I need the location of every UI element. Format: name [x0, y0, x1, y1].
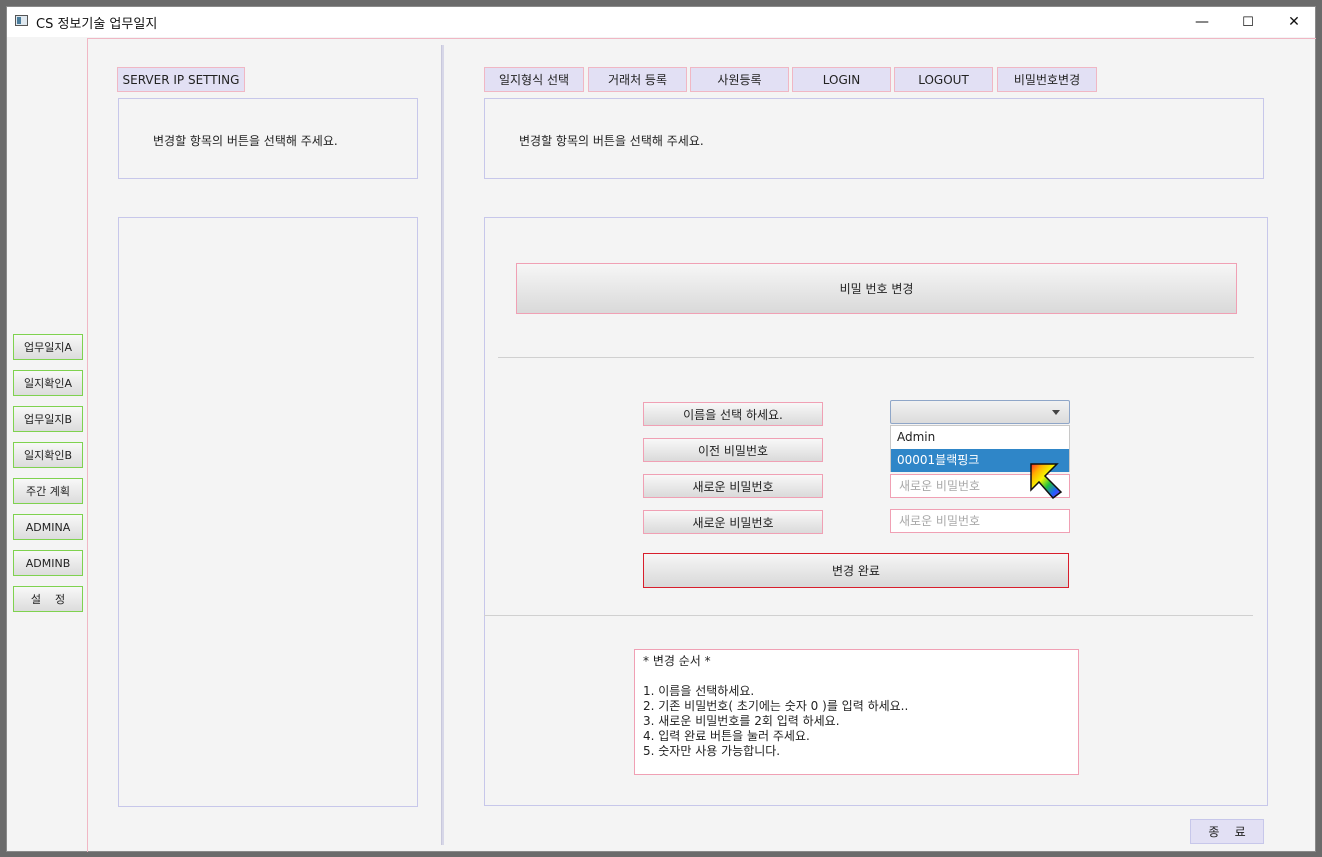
instructions-line: 1. 이름을 선택하세요.	[643, 684, 755, 698]
instructions-box: * 변경 순서 * 1. 이름을 선택하세요. 2. 기존 비밀번호( 초기에는…	[634, 649, 1079, 775]
tab-change-password[interactable]: 비밀번호변경	[997, 67, 1097, 92]
submit-change-button[interactable]: 변경 완료	[643, 553, 1069, 588]
tab-log-format[interactable]: 일지형식 선택	[484, 67, 584, 92]
dropdown-option-admin[interactable]: Admin	[891, 426, 1069, 449]
sidebar-item-settings[interactable]: 설 정	[13, 586, 83, 612]
tab-employee-register[interactable]: 사원등록	[690, 67, 789, 92]
close-button[interactable]: ✕	[1271, 7, 1317, 37]
instructions-spacer	[643, 669, 1070, 684]
minimize-button[interactable]: —	[1179, 7, 1225, 37]
tab-login[interactable]: LOGIN	[792, 67, 891, 92]
sidebar-item-log-check-a[interactable]: 일지확인A	[13, 370, 83, 396]
tab-logout[interactable]: LOGOUT	[894, 67, 993, 92]
sidebar-item-work-log-b[interactable]: 업무일지B	[13, 406, 83, 432]
sidebar-item-weekly-plan[interactable]: 주간 계획	[13, 478, 83, 504]
password-change-header-button[interactable]: 비밀 번호 변경	[516, 263, 1237, 314]
old-password-label: 이전 비밀번호	[643, 438, 823, 462]
instructions-title: * 변경 순서 *	[643, 654, 711, 668]
instructions-line: 3. 새로운 비밀번호를 2회 입력 하세요.	[643, 714, 840, 728]
name-select-combobox[interactable]	[890, 400, 1070, 424]
sidebar-item-log-check-b[interactable]: 일지확인B	[13, 442, 83, 468]
window-title: CS 정보기술 업무일지	[36, 17, 158, 32]
sidebar-item-admina[interactable]: ADMINA	[13, 514, 83, 540]
chevron-down-icon	[1052, 410, 1060, 415]
new-password-confirm-label: 새로운 비밀번호	[643, 510, 823, 534]
left-content-panel	[118, 217, 418, 807]
sidebar-item-work-log-a[interactable]: 업무일지A	[13, 334, 83, 360]
title-bar: CS 정보기술 업무일지 — ☐ ✕	[7, 7, 1315, 37]
app-icon	[15, 15, 28, 26]
instructions-line: 4. 입력 완료 버튼을 눌러 주세요.	[643, 729, 810, 743]
name-select-label: 이름을 선택 하세요.	[643, 402, 823, 426]
new-password-label: 새로운 비밀번호	[643, 474, 823, 498]
maximize-button[interactable]: ☐	[1225, 7, 1271, 37]
divider	[498, 357, 1254, 358]
tab-client-register[interactable]: 거래처 등록	[588, 67, 687, 92]
new-password-confirm-input[interactable]	[890, 509, 1070, 533]
sidebar-item-adminb[interactable]: ADMINB	[13, 550, 83, 576]
left-panel-message: 변경할 항목의 버튼을 선택해 주세요.	[153, 134, 338, 148]
right-message-panel: 변경할 항목의 버튼을 선택해 주세요.	[484, 98, 1264, 179]
server-ip-setting-tab[interactable]: SERVER IP SETTING	[117, 67, 245, 92]
instructions-line: 2. 기존 비밀번호( 초기에는 숫자 0 )를 입력 하세요..	[643, 699, 909, 713]
app-window: CS 정보기술 업무일지 — ☐ ✕ 업무일지A 일지확인A 업무일지B 일지확…	[6, 6, 1316, 852]
divider	[484, 615, 1253, 616]
exit-button[interactable]: 종 료	[1190, 819, 1264, 844]
rainbow-cursor-icon	[1030, 463, 1063, 500]
splitter[interactable]	[441, 45, 444, 845]
right-panel-message: 변경할 항목의 버튼을 선택해 주세요.	[519, 134, 704, 148]
left-message-panel: 변경할 항목의 버튼을 선택해 주세요.	[118, 98, 418, 179]
instructions-line: 5. 숫자만 사용 가능합니다.	[643, 744, 781, 758]
